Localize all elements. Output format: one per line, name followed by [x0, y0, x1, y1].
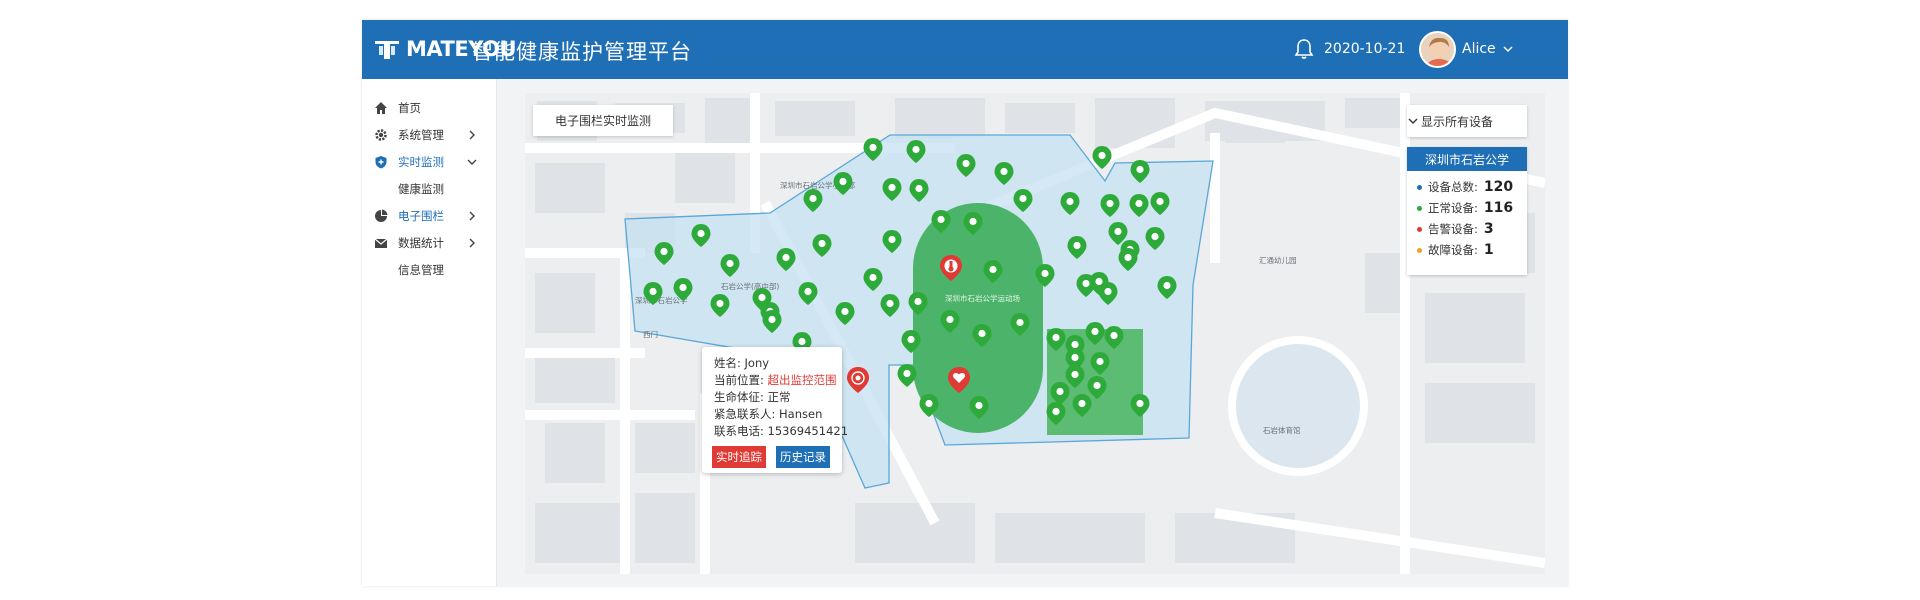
stat-label: 正常设备: — [1428, 201, 1478, 215]
status-dot — [1417, 226, 1422, 232]
sidebar: 首页 系统管理 实时监测 健康监测 电子围栏 数据统计 信息管理 — [362, 79, 497, 586]
sidebar-item-stats[interactable]: 数据统计 — [362, 229, 497, 257]
top-header: MATEYOU 智能健康监护管理平台 2020-10-21 Alice — [362, 20, 1568, 79]
sidebar-item-label: 健康监测 — [398, 182, 444, 196]
pie-chart-icon — [375, 209, 388, 222]
sidebar-item-fence[interactable]: 电子围栏 — [362, 202, 497, 230]
sidebar-item-system[interactable]: 系统管理 — [362, 121, 497, 149]
chevron-down-icon — [1408, 118, 1418, 124]
device-filter-select[interactable]: 显示所有设备 — [1407, 105, 1527, 137]
contact-label: 紧急联系人: — [714, 407, 776, 421]
logo-icon — [375, 41, 399, 59]
contact-row: 紧急联系人: Hansen — [714, 406, 822, 422]
sidebar-item-label: 系统管理 — [398, 128, 444, 142]
status-dot — [1417, 205, 1422, 211]
app-window: MATEYOU 智能健康监护管理平台 2020-10-21 Alice 首页 系… — [362, 20, 1568, 586]
sidebar-item-info[interactable]: 信息管理 — [362, 256, 497, 284]
bell-icon[interactable] — [1294, 38, 1314, 60]
device-filter-value: 显示所有设备 — [1421, 114, 1494, 129]
chevron-right-icon — [469, 238, 475, 248]
device-stats-panel: 深圳市石岩公学 设备总数: 120 正常设备: 116 告警设备: 3 故障设备… — [1407, 147, 1527, 275]
place-label: 深圳市石岩公学运动场 — [945, 293, 1020, 303]
current-date: 2020-10-21 — [1324, 41, 1406, 57]
stat-value: 3 — [1483, 221, 1494, 237]
status-dot — [1417, 247, 1422, 253]
name-row: 姓名: Jony — [714, 355, 769, 371]
vital-value: 正常 — [767, 390, 791, 404]
place-label: 西门 — [643, 330, 658, 339]
phone-value: 15369451421 — [767, 424, 849, 438]
stat-value: 116 — [1483, 200, 1514, 216]
history-button[interactable]: 历史记录 — [776, 446, 830, 468]
stat-value: 120 — [1483, 179, 1514, 195]
stat-normal: 正常设备: 116 — [1417, 199, 1513, 217]
chevron-down-icon — [467, 159, 477, 165]
name-label: 姓名: — [714, 356, 741, 370]
stat-total: 设备总数: 120 — [1417, 178, 1513, 196]
place-label: 石岩公学(高中部) — [721, 281, 779, 291]
chevron-down-icon[interactable] — [1502, 43, 1514, 55]
sidebar-item-realtime[interactable]: 实时监测 — [362, 148, 497, 176]
stat-label: 设备总数: — [1428, 180, 1478, 194]
main-content: 深圳市石岩公学 石岩公学(高中部) 深圳市石岩公学小学部 石岩体育馆 西门 汇通… — [497, 79, 1568, 586]
sidebar-item-label: 首页 — [398, 101, 421, 115]
sidebar-item-label: 电子围栏 — [398, 209, 444, 223]
app-title: 智能健康监护管理平台 — [472, 40, 692, 64]
mail-icon — [374, 238, 388, 248]
map-title-label: 电子围栏实时监测 — [533, 105, 673, 136]
home-icon — [375, 102, 387, 114]
phone-label: 联系电话: — [714, 424, 764, 438]
map-view[interactable]: 深圳市石岩公学 石岩公学(高中部) 深圳市石岩公学小学部 石岩体育馆 西门 汇通… — [525, 93, 1545, 574]
avatar[interactable] — [1419, 31, 1456, 68]
vital-row: 生命体征: 正常 — [714, 389, 791, 405]
vital-label: 生命体征: — [714, 390, 764, 404]
area-name: 深圳市石岩公学 — [1407, 147, 1527, 171]
location-row: 当前位置: 超出监控范围 — [714, 372, 837, 388]
sidebar-item-label: 实时监测 — [398, 155, 444, 169]
location-label: 当前位置: — [714, 373, 764, 387]
chevron-right-icon — [469, 211, 475, 221]
place-label: 石岩体育馆 — [1263, 425, 1301, 435]
stat-label: 故障设备: — [1428, 243, 1478, 257]
stat-alarm: 告警设备: 3 — [1417, 220, 1494, 238]
avatar-image — [1421, 33, 1454, 66]
sidebar-item-health[interactable]: 健康监测 — [362, 175, 497, 203]
stat-value: 1 — [1483, 242, 1494, 258]
contact-value: Hansen — [779, 407, 823, 421]
name-value: Jony — [744, 356, 770, 370]
location-value: 超出监控范围 — [767, 373, 837, 387]
map-canvas: 深圳市石岩公学 石岩公学(高中部) 深圳市石岩公学小学部 石岩体育馆 西门 汇通… — [525, 93, 1545, 574]
status-dot — [1417, 184, 1422, 190]
stat-fault: 故障设备: 1 — [1417, 241, 1494, 259]
chevron-right-icon — [469, 130, 475, 140]
username[interactable]: Alice — [1462, 41, 1496, 57]
phone-row: 联系电话: 15369451421 — [714, 423, 848, 439]
gear-icon — [375, 129, 387, 141]
person-info-popup: 姓名: Jony 当前位置: 超出监控范围 生命体征: 正常 紧急联系人: Ha… — [702, 347, 848, 473]
sidebar-item-label: 信息管理 — [398, 263, 444, 277]
sidebar-item-label: 数据统计 — [398, 236, 444, 250]
stat-label: 告警设备: — [1428, 222, 1478, 236]
track-button[interactable]: 实时追踪 — [712, 446, 766, 468]
sidebar-item-home[interactable]: 首页 — [362, 94, 497, 122]
gym-roof — [1228, 336, 1368, 476]
shield-icon — [375, 156, 387, 169]
place-label: 汇通幼儿园 — [1259, 255, 1297, 265]
